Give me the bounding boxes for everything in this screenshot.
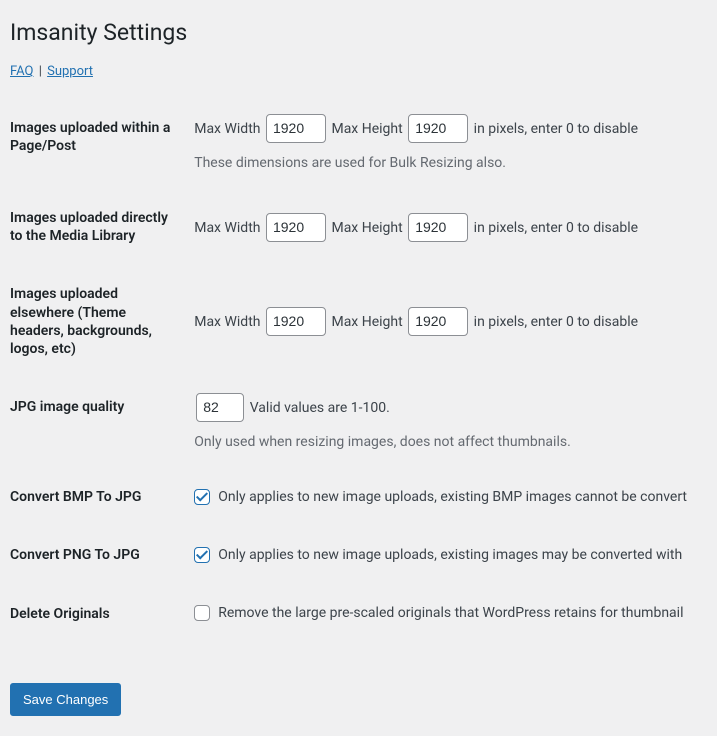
label-convert-png: Convert PNG To JPG xyxy=(10,526,184,584)
row-page-post: Images uploaded within a Page/Post Max W… xyxy=(10,99,697,189)
label-convert-bmp: Convert BMP To JPG xyxy=(10,468,184,526)
row-media-library: Images uploaded directly to the Media Li… xyxy=(10,189,697,265)
support-link[interactable]: Support xyxy=(47,64,93,79)
media-library-height-input[interactable] xyxy=(408,213,468,242)
max-width-label: Max Width xyxy=(194,121,260,137)
label-jpg-quality: JPG image quality xyxy=(10,378,184,468)
pixels-hint: in pixels, enter 0 to disable xyxy=(474,220,638,236)
page-post-description: These dimensions are used for Bulk Resiz… xyxy=(194,153,687,174)
row-convert-bmp: Convert BMP To JPG Only applies to new i… xyxy=(10,468,697,526)
label-delete-originals: Delete Originals xyxy=(10,585,184,643)
max-height-label: Max Height xyxy=(331,220,402,236)
header-links: FAQ | Support xyxy=(10,64,697,79)
delete-originals-checkbox[interactable] xyxy=(194,605,210,621)
page-post-height-input[interactable] xyxy=(408,114,468,143)
elsewhere-width-input[interactable] xyxy=(266,307,326,336)
elsewhere-height-input[interactable] xyxy=(408,307,468,336)
faq-link[interactable]: FAQ xyxy=(10,64,33,79)
max-height-label: Max Height xyxy=(331,314,402,330)
settings-table: Images uploaded within a Page/Post Max W… xyxy=(10,99,697,643)
save-button[interactable]: Save Changes xyxy=(10,683,121,717)
label-elsewhere: Images uploaded elsewhere (Theme headers… xyxy=(10,265,184,378)
submit-row: Save Changes xyxy=(10,643,697,717)
jpg-quality-hint: Valid values are 1-100. xyxy=(250,400,390,416)
max-width-label: Max Width xyxy=(194,314,260,330)
convert-png-text: Only applies to new image uploads, exist… xyxy=(218,545,682,566)
pixels-hint: in pixels, enter 0 to disable xyxy=(474,121,638,137)
label-page-post: Images uploaded within a Page/Post xyxy=(10,99,184,189)
row-delete-originals: Delete Originals Remove the large pre-sc… xyxy=(10,585,697,643)
row-elsewhere: Images uploaded elsewhere (Theme headers… xyxy=(10,265,697,378)
max-width-label: Max Width xyxy=(194,220,260,236)
delete-originals-text: Remove the large pre-scaled originals th… xyxy=(218,603,683,624)
convert-png-checkbox[interactable] xyxy=(194,547,210,563)
jpg-quality-description: Only used when resizing images, does not… xyxy=(194,432,687,453)
jpg-quality-input[interactable] xyxy=(196,393,244,422)
link-separator: | xyxy=(39,64,42,79)
page-post-width-input[interactable] xyxy=(266,114,326,143)
convert-bmp-checkbox[interactable] xyxy=(194,489,210,505)
page-title: Imsanity Settings xyxy=(10,10,697,50)
pixels-hint: in pixels, enter 0 to disable xyxy=(474,314,638,330)
row-jpg-quality: JPG image quality Valid values are 1-100… xyxy=(10,378,697,468)
row-convert-png: Convert PNG To JPG Only applies to new i… xyxy=(10,526,697,584)
label-media-library: Images uploaded directly to the Media Li… xyxy=(10,189,184,265)
media-library-width-input[interactable] xyxy=(266,213,326,242)
max-height-label: Max Height xyxy=(331,121,402,137)
convert-bmp-text: Only applies to new image uploads, exist… xyxy=(218,487,687,508)
